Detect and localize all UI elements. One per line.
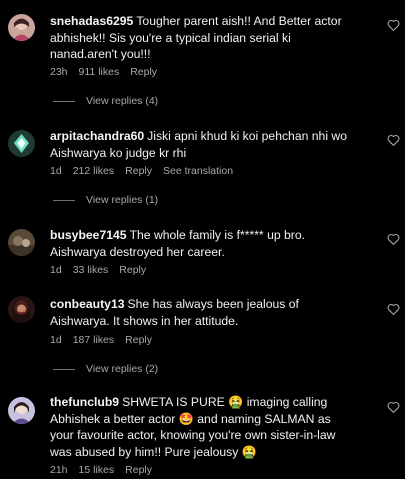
comment-meta: 1d 33 likes Reply [50,264,157,276]
comment-body: thefunclub9 SHWETA IS PURE 🤮 imaging call… [50,394,355,460]
comment-username[interactable]: conbeauty13 [50,297,125,311]
comment-likes[interactable]: 212 likes [73,165,114,177]
heart-outline-icon[interactable] [387,303,400,315]
view-replies-label: View replies (4) [86,95,159,107]
comment-username[interactable]: arpitachandra60 [50,129,144,143]
view-replies-button[interactable]: View replies (4) [53,95,158,107]
comment-body: snehadas6295 Tougher parent aish!! And Be… [50,13,355,63]
view-replies-label: View replies (2) [86,363,159,375]
comment-time: 1d [50,334,62,346]
replies-divider [53,368,75,370]
replies-divider [53,199,75,201]
comment-likes[interactable]: 33 likes [73,264,109,276]
comment-likes[interactable]: 187 likes [73,334,114,346]
reply-button[interactable]: Reply [125,165,152,177]
view-replies-button[interactable]: View replies (1) [53,194,158,206]
comment-meta: 1d 212 likes Reply See translation [50,165,244,177]
comment-time: 1d [50,264,62,276]
avatar[interactable] [8,397,35,424]
comment-likes[interactable]: 911 likes [79,66,120,78]
heart-outline-icon[interactable] [387,19,400,31]
heart-outline-icon[interactable] [387,233,400,245]
view-replies-label: View replies (1) [86,194,159,206]
comment-likes[interactable]: 15 likes [79,464,115,476]
avatar[interactable] [8,296,35,323]
comment-body: busybee7145 The whole family is f***** up… [50,227,355,260]
comment-meta: 21h 15 likes Reply [50,464,163,476]
see-translation-button[interactable]: See translation [163,165,233,177]
comment-username[interactable]: busybee7145 [50,228,127,242]
heart-outline-icon[interactable] [387,134,400,146]
comment-meta: 1d 187 likes Reply [50,334,163,346]
avatar[interactable] [8,14,35,41]
comment-time: 23h [50,66,68,78]
comment-time: 1d [50,165,62,177]
comment-body: arpitachandra60 Jiski apni khud ki koi pe… [50,128,355,161]
avatar[interactable] [8,130,35,157]
comment-meta: 23h 911 likes Reply [50,66,168,78]
view-replies-button[interactable]: View replies (2) [53,363,158,375]
reply-button[interactable]: Reply [125,334,152,346]
heart-outline-icon[interactable] [387,401,400,413]
reply-button[interactable]: Reply [130,66,157,78]
avatar[interactable] [8,229,35,256]
comment-username[interactable]: snehadas6295 [50,14,133,28]
comment-body: conbeauty13 She has always been jealous o… [50,296,355,329]
comment-time: 21h [50,464,68,476]
comment-username[interactable]: thefunclub9 [50,395,119,409]
replies-divider [53,100,75,102]
reply-button[interactable]: Reply [119,264,146,276]
reply-button[interactable]: Reply [125,464,152,476]
